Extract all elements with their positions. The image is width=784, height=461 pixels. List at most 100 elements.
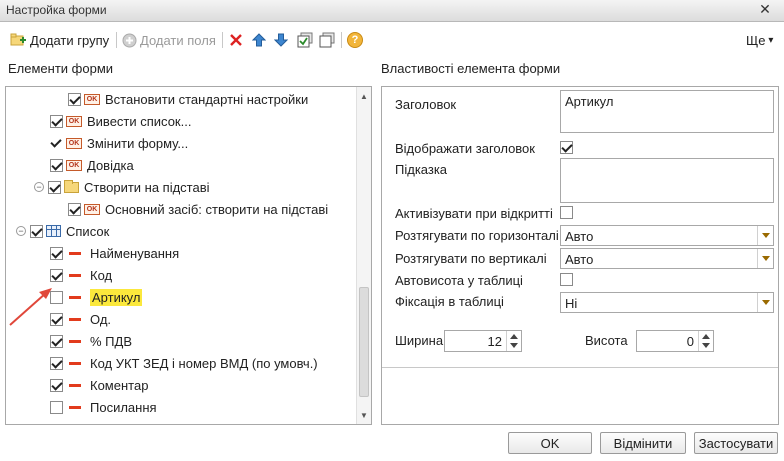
element-properties-panel: Заголовок Артикул Відображати заголовок … (381, 86, 779, 425)
tree-item-label: Артикул (90, 288, 143, 306)
item-checkbox[interactable] (68, 202, 81, 216)
tree-item[interactable]: Код (50, 264, 112, 286)
ok-button[interactable]: OK (508, 432, 592, 454)
width-value: 12 (487, 334, 502, 349)
item-checkbox[interactable] (68, 92, 81, 106)
tree-item-label: Створити на підставі (84, 179, 210, 195)
add-fields-label: Додати поля (140, 32, 216, 48)
element-properties-title: Властивості елемента форми (381, 61, 561, 76)
tree-item-label: Список (66, 223, 110, 239)
more-label: Ще (746, 32, 766, 48)
form-elements-tree[interactable]: OK Встановити стандартні настройки OK Ви… (5, 86, 372, 425)
collapse-toggle-icon[interactable]: − (16, 226, 26, 236)
delete-icon[interactable] (227, 31, 245, 49)
width-spinner[interactable] (506, 331, 521, 351)
item-checkbox[interactable] (50, 356, 63, 370)
scroll-down-icon[interactable]: ▼ (357, 408, 371, 422)
field-icon (69, 383, 81, 387)
item-checkbox[interactable] (48, 180, 61, 194)
move-down-icon[interactable] (272, 31, 290, 49)
tree-item[interactable]: Посилання (50, 396, 157, 418)
toolbar: Додати групу Додати поля ? Ще ▾ (0, 28, 784, 52)
heading-label: Заголовок (395, 97, 457, 112)
height-input[interactable]: 0 (636, 330, 714, 352)
table-icon (46, 225, 61, 237)
width-input[interactable]: 12 (444, 330, 522, 352)
form-elements-title: Елементи форми (8, 61, 114, 76)
stretch-horizontal-select[interactable]: Авто (560, 225, 774, 246)
tree-item[interactable]: OK Змінити форму... (50, 132, 188, 154)
tree-item[interactable]: OK Встановити стандартні настройки (68, 88, 308, 110)
tree-item-label: % ПДВ (90, 333, 132, 349)
heading-input[interactable]: Артикул (560, 90, 774, 133)
tree-item[interactable]: OK Вивести список... (50, 110, 191, 132)
add-group-icon (10, 33, 26, 46)
field-icon (69, 361, 81, 365)
help-icon[interactable]: ? (346, 31, 364, 49)
dropdown-arrow-icon[interactable] (757, 249, 773, 268)
autoheight-label: Автовисота у таблиці (395, 273, 523, 288)
tree-item-selected[interactable]: Артикул (50, 286, 143, 308)
collapse-toggle-icon[interactable]: − (34, 182, 44, 192)
tree-item-label: Коментар (90, 377, 149, 393)
tree-scrollbar[interactable]: ▲ ▼ (356, 87, 371, 424)
tree-item-group[interactable]: − Список (16, 220, 109, 242)
tree-item-group[interactable]: − Створити на підставі (34, 176, 210, 198)
scroll-up-icon[interactable]: ▲ (357, 89, 371, 103)
scroll-thumb[interactable] (359, 287, 369, 397)
stretch-vertical-select[interactable]: Авто (560, 248, 774, 269)
dropdown-arrow-icon[interactable] (757, 293, 773, 312)
stretch-horizontal-value: Авто (565, 229, 594, 244)
check-all-icon[interactable] (296, 31, 314, 49)
add-fields-button[interactable]: Додати поля (122, 30, 216, 50)
tree-item-label: Встановити стандартні настройки (105, 91, 309, 107)
add-group-button[interactable]: Додати групу (10, 30, 109, 50)
chevron-down-icon: ▾ (768, 34, 774, 46)
move-up-icon[interactable] (250, 31, 268, 49)
tree-item[interactable]: % ПДВ (50, 330, 132, 352)
tree-item-label: Основний засіб: створити на підставі (105, 201, 329, 217)
tree-item[interactable]: Коментар (50, 374, 148, 396)
tree-item-label: Довідка (87, 157, 134, 173)
table-fix-value: Ні (565, 296, 578, 311)
dropdown-arrow-icon[interactable] (757, 226, 773, 245)
tree-item-label: Од. (90, 311, 112, 327)
tree-item-label: Найменування (90, 245, 180, 261)
hint-input[interactable] (560, 158, 774, 203)
table-fix-select[interactable]: Ні (560, 292, 774, 313)
width-label: Ширина (395, 333, 444, 348)
uncheck-all-icon[interactable] (318, 31, 336, 49)
tree-item[interactable]: OK Основний засіб: створити на підставі (68, 198, 328, 220)
stretch-horizontal-label: Розтягувати по горизонталі (395, 228, 559, 243)
help-glyph: ? (347, 32, 363, 48)
tree-item[interactable]: Код УКТ ЗЕД і номер ВМД (по умовч.) (50, 352, 318, 374)
item-checkbox[interactable] (50, 246, 63, 260)
height-spinner[interactable] (698, 331, 713, 351)
activate-on-open-checkbox[interactable] (560, 206, 573, 219)
tree-item-label: Код УКТ ЗЕД і номер ВМД (по умовч.) (90, 355, 318, 371)
field-icon (69, 339, 81, 343)
tree-item[interactable]: Од. (50, 308, 111, 330)
annotation-arrow-icon (9, 288, 52, 326)
close-icon[interactable]: ✕ (756, 1, 774, 18)
tree-item[interactable]: OK Довідка (50, 154, 134, 176)
item-checkbox[interactable] (50, 158, 63, 172)
item-checkbox[interactable] (50, 114, 63, 128)
item-checkbox[interactable] (50, 400, 63, 414)
apply-button[interactable]: Застосувати (694, 432, 778, 454)
activate-on-open-label: Активізувати при відкритті (395, 206, 553, 221)
autoheight-checkbox[interactable] (560, 273, 573, 286)
item-checkbox[interactable] (30, 224, 43, 238)
show-heading-checkbox[interactable] (560, 141, 573, 154)
cancel-button[interactable]: Відмінити (600, 432, 686, 454)
toolbar-separator (222, 32, 223, 48)
item-checkbox[interactable] (50, 378, 63, 392)
hint-label: Підказка (395, 162, 448, 177)
item-checkmark[interactable] (50, 137, 63, 150)
toolbar-separator (341, 32, 342, 48)
more-menu-button[interactable]: Ще ▾ (746, 30, 773, 50)
tree-item-label: Змінити форму... (87, 135, 189, 151)
add-group-label: Додати групу (30, 32, 110, 48)
item-checkbox[interactable] (50, 334, 63, 348)
tree-item[interactable]: Найменування (50, 242, 179, 264)
